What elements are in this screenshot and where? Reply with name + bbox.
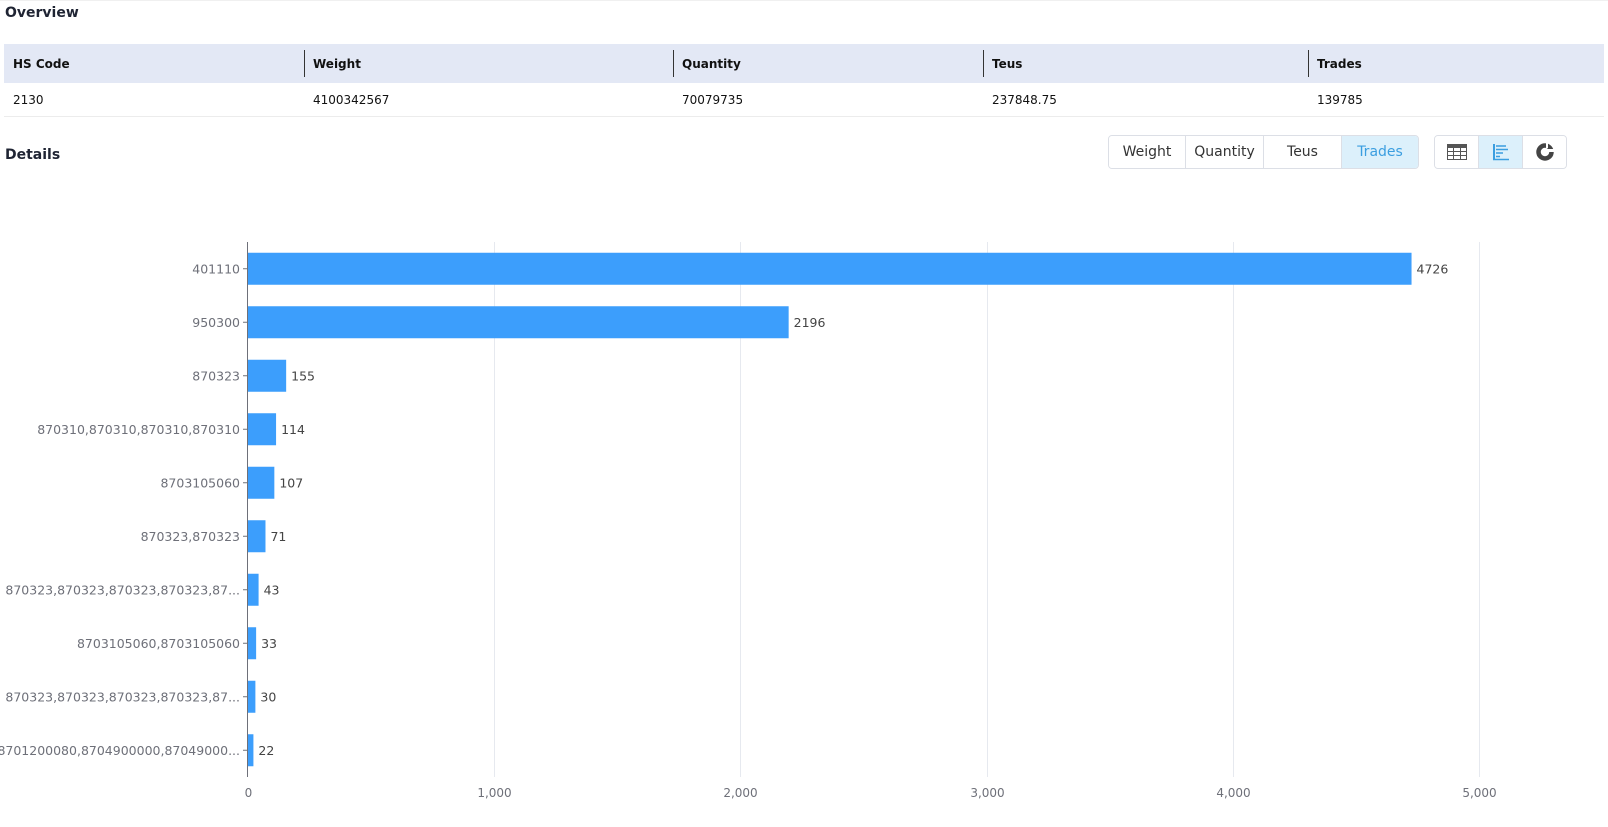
bar[interactable] xyxy=(248,306,789,339)
category-label: 870323,870323 xyxy=(141,529,240,544)
x-tick-label: 4,000 xyxy=(1216,786,1250,800)
category-label: 870323 xyxy=(192,368,240,383)
pie-chart-view-button[interactable] xyxy=(1522,136,1566,168)
bar-chart-view-button[interactable] xyxy=(1478,136,1522,168)
category-label: 870310,870310,870310,870310 xyxy=(37,422,240,437)
x-tick-label: 5,000 xyxy=(1462,786,1496,800)
cell-teus: 237848.75 xyxy=(983,83,1308,117)
data-label: 43 xyxy=(264,582,280,597)
bar[interactable] xyxy=(248,520,266,553)
column-header-teus: Teus xyxy=(983,44,1308,83)
bar[interactable] xyxy=(248,680,256,713)
cell-hs-code: 2130 xyxy=(4,83,304,117)
view-selector xyxy=(1434,135,1567,169)
x-tick-label: 3,000 xyxy=(970,786,1004,800)
data-label: 33 xyxy=(261,636,277,651)
category-label: 870323,870323,870323,870323,87... xyxy=(5,582,240,597)
data-label: 22 xyxy=(258,743,274,758)
details-title: Details xyxy=(5,147,61,163)
bar[interactable] xyxy=(248,627,257,660)
data-label: 71 xyxy=(270,529,286,544)
category-label: 950300 xyxy=(192,315,240,330)
bar[interactable] xyxy=(248,573,259,606)
data-label: 107 xyxy=(279,475,303,490)
category-label: 8703105060,8703105060 xyxy=(77,636,240,651)
metric-button-quantity[interactable]: Quantity xyxy=(1185,136,1263,168)
bar-chart: 0 1,000 2,000 3,000 4,000 5,000 401110 4726 9503… xyxy=(0,242,1497,800)
table-view-button[interactable] xyxy=(1435,136,1478,168)
cell-weight: 4100342567 xyxy=(304,83,673,117)
metric-button-trades[interactable]: Trades xyxy=(1341,136,1418,168)
category-label: 870323,870323,870323,870323,87... xyxy=(5,689,240,704)
metric-button-teus[interactable]: Teus xyxy=(1263,136,1341,168)
bars xyxy=(248,252,1412,767)
cell-quantity: 70079735 xyxy=(673,83,983,117)
data-label: 155 xyxy=(291,368,315,383)
column-header-hs-code: HS Code xyxy=(4,44,304,83)
bar[interactable] xyxy=(248,466,275,499)
data-label: 114 xyxy=(281,422,305,437)
x-tick-label: 2,000 xyxy=(723,786,757,800)
table-row: 2130 4100342567 70079735 237848.75 13978… xyxy=(4,83,1604,117)
x-tick-label: 1,000 xyxy=(477,786,511,800)
metric-button-weight[interactable]: Weight xyxy=(1109,136,1185,168)
overview-title: Overview xyxy=(5,5,79,21)
axes xyxy=(243,242,248,777)
metric-selector: Weight Quantity Teus Trades xyxy=(1108,135,1419,169)
pie-chart-icon xyxy=(1535,143,1555,161)
bar[interactable] xyxy=(248,413,277,446)
bar[interactable] xyxy=(248,359,287,392)
overview-header-row: HS Code Weight Quantity Teus Trades xyxy=(4,44,1604,83)
cell-trades: 139785 xyxy=(1308,83,1604,117)
category-label: 401110 xyxy=(192,261,240,276)
overview-table: HS Code Weight Quantity Teus Trades 2130… xyxy=(4,44,1604,117)
data-label: 4726 xyxy=(1417,261,1449,276)
table-icon xyxy=(1446,144,1467,160)
bar[interactable] xyxy=(248,252,1412,285)
data-label: 30 xyxy=(260,689,276,704)
bar-chart-icon xyxy=(1492,144,1509,161)
category-label: 8703105060 xyxy=(160,475,240,490)
top-divider xyxy=(0,0,1608,1)
labels: 0 1,000 2,000 3,000 4,000 5,000 401110 4726 9503… xyxy=(0,261,1497,800)
column-header-quantity: Quantity xyxy=(673,44,983,83)
column-header-weight: Weight xyxy=(304,44,673,83)
bar[interactable] xyxy=(248,734,254,767)
x-tick-label: 0 xyxy=(245,786,253,800)
category-label: 8701200080,8704900000,87049000... xyxy=(0,743,240,758)
data-label: 2196 xyxy=(794,315,826,330)
column-header-trades: Trades xyxy=(1308,44,1604,83)
